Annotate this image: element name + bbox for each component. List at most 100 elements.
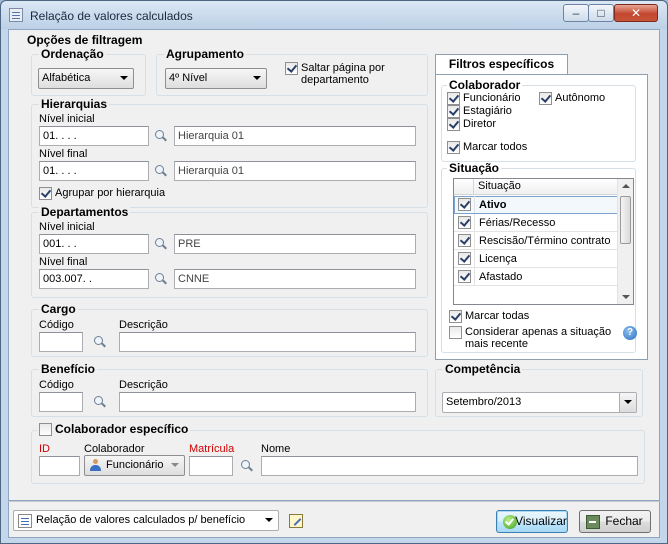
id-label: ID [39,443,50,455]
dept-inicial-label: Nível inicial [39,221,95,233]
checkbox-checked-icon[interactable] [458,252,471,265]
situacao-item-label: Afastado [479,271,523,283]
search-icon[interactable] [93,395,107,409]
marcar-todos-checkbox[interactable]: Marcar todos [447,141,527,154]
client-area: Opções de filtragem Ordenação Alfabética… [8,29,660,501]
chevron-down-icon [265,518,273,522]
chevron-down-icon [171,463,179,467]
cargo-label: Cargo [39,302,78,316]
cargo-descricao-input[interactable] [119,332,416,352]
dept-final-desc: CNNE [174,269,416,289]
checkbox-checked-icon [39,187,52,200]
beneficio-descricao-input[interactable] [119,392,416,412]
search-icon[interactable] [154,129,168,143]
agrupar-hierarquia-checkbox[interactable]: Agrupar por hierarquia [39,187,165,200]
checkbox-checked-icon [447,118,460,131]
matricula-input[interactable] [189,456,233,476]
beneficio-descricao-label: Descrição [119,379,168,391]
competencia-select[interactable]: Setembro/2013 [442,392,637,413]
agrupamento-select[interactable]: 4º Nível [165,68,267,89]
checkbox-unchecked-icon [39,423,52,436]
colaborador-especifico-checkbox[interactable]: Colaborador específico [37,423,191,436]
dept-inicial-input[interactable]: 001. . . [39,234,149,254]
colaborador-type-value: Funcionário [106,459,164,471]
nome-label: Nome [261,443,291,455]
checkbox-checked-icon[interactable] [458,270,471,283]
search-icon[interactable] [154,237,168,251]
search-icon[interactable] [154,272,168,286]
minimize-button[interactable]: – [563,4,589,22]
marcar-todas-label: Marcar todas [465,310,530,322]
maximize-button[interactable]: □ [588,4,614,22]
marcar-todos-label: Marcar todos [463,141,528,153]
chevron-down-icon [624,400,632,404]
checkbox-checked-icon [447,105,460,118]
diretor-checkbox[interactable]: Diretor [447,118,496,131]
list-item[interactable]: Férias/Recesso [454,214,618,232]
hier-inicial-input[interactable]: 01. . . . [39,126,149,146]
funcionario-checkbox[interactable]: Funcionário [447,92,520,105]
chevron-down-icon [253,76,261,80]
search-icon[interactable] [93,335,107,349]
list-item[interactable]: Rescisão/Término contrato [454,232,618,250]
beneficio-codigo-input[interactable] [39,392,83,412]
scroll-up-icon[interactable] [622,184,630,188]
matricula-label: Matrícula [189,443,235,455]
chevron-down-icon [120,76,128,80]
checkbox-checked-icon [447,92,460,105]
footer-bar: Relação de valores calculados p/ benefíc… [8,501,660,538]
list-item[interactable]: Ativo [454,196,618,214]
tab-filtros-especificos[interactable]: Filtros específicos [435,54,568,75]
nome-input[interactable] [261,456,638,476]
ordenacao-value: Alfabética [42,72,91,84]
fechar-button[interactable]: Fechar [579,510,651,533]
situacao-list-header: Situação [454,179,618,195]
dept-final-label: Nível final [39,256,88,268]
checkbox-checked-icon [449,310,462,323]
list-item[interactable]: Licença [454,250,618,268]
autonomo-checkbox[interactable]: Autônomo [539,92,605,105]
checkbox-checked-icon[interactable] [458,198,471,211]
beneficio-codigo-label: Código [39,379,74,391]
edit-report-icon[interactable] [289,514,303,528]
beneficio-label: Benefício [39,362,98,376]
saltar-pagina-checkbox[interactable]: Saltar página por departamento [285,62,415,86]
visualizar-button[interactable]: Visualizar [496,510,568,533]
cargo-descricao-label: Descrição [119,319,168,331]
cargo-codigo-input[interactable] [39,332,83,352]
user-icon [89,459,102,472]
checkbox-checked-icon[interactable] [458,234,471,247]
hier-inicial-desc: Hierarquia 01 [174,126,416,146]
estagiario-checkbox[interactable]: Estagiário [447,105,512,118]
scroll-down-icon[interactable] [622,295,630,299]
id-input[interactable] [39,456,80,476]
report-select[interactable]: Relação de valores calculados p/ benefíc… [13,510,279,531]
dropdown-button[interactable] [619,393,636,412]
search-icon[interactable] [154,164,168,178]
considerar-recente-checkbox[interactable]: Considerar apenas a situação mais recent… [449,326,617,350]
diretor-label: Diretor [463,118,497,130]
list-item[interactable]: Afastado [454,268,618,286]
checkbox-checked-icon[interactable] [458,216,471,229]
hier-final-input[interactable]: 01. . . . [39,161,149,181]
ordenacao-select[interactable]: Alfabética [38,68,134,89]
checkbox-checked-icon [285,62,298,75]
situacao-list[interactable]: Situação Ativo Férias/Recesso Rescisão/T… [453,178,634,305]
title-bar[interactable]: Relação de valores calculados – □ ✕ [1,1,667,29]
saltar-pagina-label: Saltar página por departamento [301,62,385,86]
search-icon[interactable] [240,459,254,473]
competencia-label: Competência [443,362,523,376]
scroll-thumb[interactable] [620,196,631,244]
close-button[interactable]: ✕ [614,4,658,22]
considerar-recente-label: Considerar apenas a situação mais recent… [465,326,612,350]
colaborador-type-select[interactable]: Funcionário [84,455,185,476]
departamentos-label: Departamentos [39,205,131,219]
dept-final-input[interactable]: 003.007. . [39,269,149,289]
fechar-label: Fechar [605,514,643,528]
estagiario-label: Estagiário [463,105,512,117]
situacao-item-label: Rescisão/Término contrato [479,235,611,247]
help-icon[interactable]: ? [623,326,637,340]
marcar-todas-checkbox[interactable]: Marcar todas [449,310,529,323]
funcionario-label: Funcionário [463,92,521,104]
situacao-scrollbar[interactable] [617,179,633,304]
